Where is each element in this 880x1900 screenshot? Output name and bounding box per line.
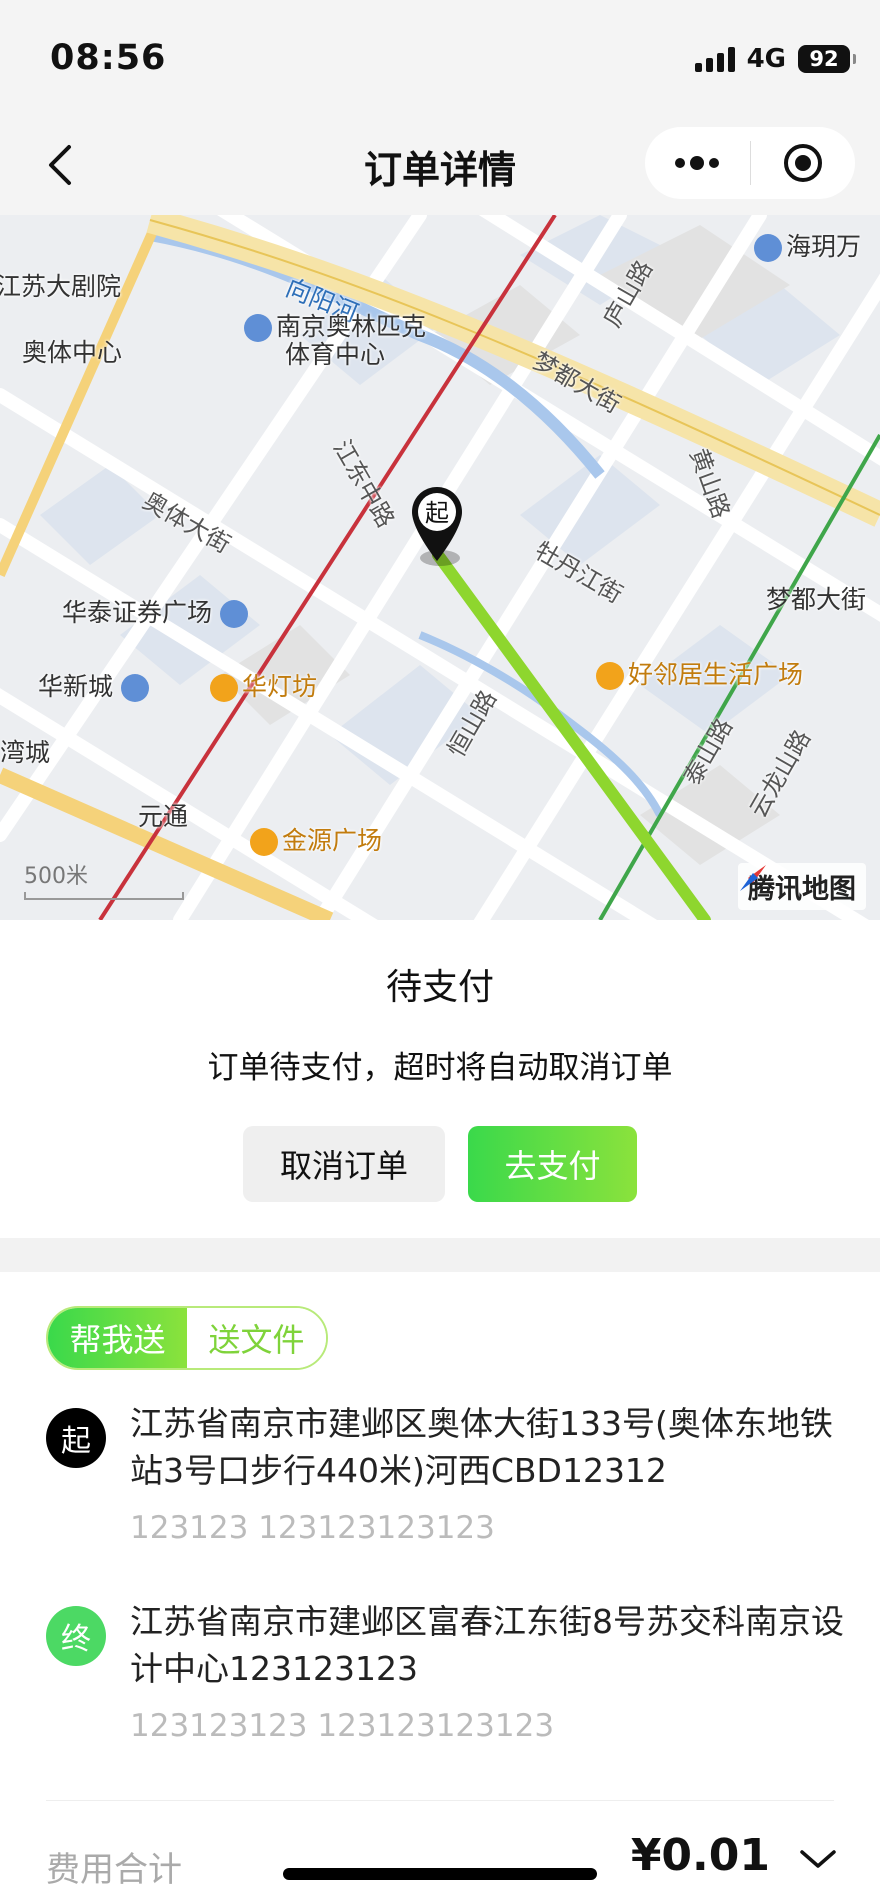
shop-icon xyxy=(210,674,238,702)
order-status-panel: 待支付 订单待支付，超时将自动取消订单 取消订单 去支付 xyxy=(0,920,880,1238)
home-indicator xyxy=(283,1868,597,1880)
battery-level: 92 xyxy=(809,47,839,71)
map-label-haiyue: 海玥万 xyxy=(754,227,861,263)
status-description: 订单待支付，超时将自动取消订单 xyxy=(207,1050,673,1086)
map-label-mengdu-right: 梦都大街 xyxy=(766,585,867,614)
map-label-yuantong: 元通 xyxy=(138,802,189,831)
end-address-text: 江苏省南京市建邺区富春江东街8号苏交科南京设计中心123123123 xyxy=(130,1602,844,1688)
home-icon xyxy=(120,674,149,702)
shop-icon xyxy=(596,662,624,690)
chevron-down-icon[interactable] xyxy=(798,1844,838,1874)
network-type: 4G xyxy=(746,44,786,74)
miniprogram-capsule xyxy=(645,127,855,199)
stadium-icon xyxy=(244,314,272,342)
battery-icon: 92 xyxy=(798,45,856,73)
target-icon xyxy=(783,144,822,182)
map-view[interactable]: 江苏大剧院 向阳河 奥体中心 南京奥林匹克 体育中心 奥体大街 江东中路 梦都大… xyxy=(0,215,880,920)
route-card: 帮我送 送文件 起 江苏省南京市建邺区奥体大街133号(奥体东地铁站3号口步行4… xyxy=(0,1272,880,1900)
building-icon xyxy=(219,600,248,628)
divider xyxy=(46,1800,834,1801)
map-roads xyxy=(0,215,880,920)
fee-label: 费用合计 xyxy=(46,1850,182,1890)
map-label-sports-center: 体育中心 xyxy=(285,340,386,369)
close-miniprogram-button[interactable] xyxy=(751,127,856,199)
map-label-huaxin: 华新城 xyxy=(38,667,153,703)
end-address: 终 江苏省南京市建邺区富春江东街8号苏交科南京设计中心123123123 123… xyxy=(46,1598,846,1744)
nav-bar: 订单详情 xyxy=(0,115,880,215)
cancel-order-button[interactable]: 取消订单 xyxy=(243,1126,445,1202)
map-label-jinyuan: 金源广场 xyxy=(250,821,382,857)
fee-value: ¥0.01 xyxy=(630,1830,770,1881)
map-label-wancheng: 湾城 xyxy=(0,738,51,767)
end-marker: 终 xyxy=(46,1606,106,1666)
location-pin-icon: 起 xyxy=(412,487,462,561)
pay-button[interactable]: 去支付 xyxy=(468,1126,637,1202)
status-title: 待支付 xyxy=(385,967,494,1008)
home-icon xyxy=(754,234,782,262)
signal-icon xyxy=(694,46,735,72)
compass-icon xyxy=(740,865,766,891)
map-scale: 500米 xyxy=(24,858,184,900)
map-label-haolinju: 好邻居生活广场 xyxy=(596,655,803,691)
status-time: 08:56 xyxy=(50,38,167,78)
start-contact: 123123 123123123123 xyxy=(130,1510,495,1546)
map-label-theater: 江苏大剧院 xyxy=(0,272,122,301)
start-marker: 起 xyxy=(46,1408,106,1468)
map-label-huadeng: 华灯坊 xyxy=(210,667,317,703)
tab-help-deliver[interactable]: 帮我送 xyxy=(48,1308,187,1368)
service-type-toggle: 帮我送 送文件 xyxy=(46,1306,328,1370)
more-icon xyxy=(675,156,720,170)
section-gap xyxy=(0,1238,880,1272)
map-label-olympic-center: 奥体中心 xyxy=(22,338,123,367)
more-button[interactable] xyxy=(645,127,750,199)
end-contact: 123123123 123123123123 xyxy=(130,1708,555,1744)
status-icons: 4G 92 xyxy=(694,44,856,74)
map-provider-logo: 腾讯地图 xyxy=(738,863,866,910)
status-bar: 08:56 4G 92 xyxy=(0,0,880,115)
start-address: 起 江苏省南京市建邺区奥体大街133号(奥体东地铁站3号口步行440米)河西CB… xyxy=(46,1400,846,1546)
start-pin[interactable]: 起 xyxy=(410,485,464,563)
tab-send-document[interactable]: 送文件 xyxy=(187,1308,326,1368)
pin-label: 起 xyxy=(425,499,449,527)
map-label-huatai: 华泰证券广场 xyxy=(62,593,252,629)
shop-icon xyxy=(250,828,278,856)
start-address-text: 江苏省南京市建邺区奥体大街133号(奥体东地铁站3号口步行440米)河西CBD1… xyxy=(130,1404,833,1490)
